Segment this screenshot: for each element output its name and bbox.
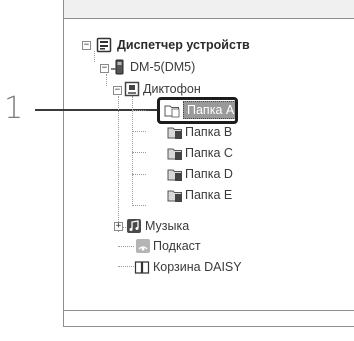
- tree-item-folder-e[interactable]: Папка E: [185, 187, 232, 203]
- book-icon: [134, 261, 150, 274]
- tree-item-folder-b[interactable]: Папка B: [185, 124, 232, 140]
- tree-connector: [132, 96, 133, 206]
- tree-connector: [132, 110, 146, 111]
- collapse-toggle[interactable]: −: [113, 86, 122, 95]
- tree-connector: [132, 131, 146, 132]
- podcast-icon: [136, 239, 150, 253]
- folder-b-icon: [167, 127, 182, 139]
- tree-connector: [132, 205, 146, 206]
- device-tree: − Диспетчер устройств − DM-5(DM5) − Дикт…: [0, 0, 354, 341]
- tree-connector: [118, 246, 134, 247]
- tree-connector: [132, 174, 146, 175]
- expand-toggle[interactable]: +: [114, 222, 123, 231]
- tree-item-device-manager[interactable]: Диспетчер устройств: [117, 37, 250, 53]
- tree-item-recorder[interactable]: Диктофон: [143, 81, 201, 97]
- tree-item-folder-c[interactable]: Папка C: [185, 145, 233, 161]
- tree-item-music[interactable]: Музыка: [145, 218, 189, 234]
- recorder-device-icon: [111, 59, 124, 75]
- tree-item-daisy-basket[interactable]: Корзина DAISY: [153, 259, 242, 275]
- music-icon: [127, 219, 141, 233]
- folder-c-icon: [167, 148, 182, 160]
- voice-recorder-icon: [124, 81, 140, 97]
- tree-connector: [106, 74, 107, 86]
- collapse-toggle[interactable]: −: [100, 64, 109, 73]
- collapse-toggle[interactable]: −: [82, 41, 91, 50]
- device-manager-icon: [96, 37, 112, 53]
- tree-item-folder-d[interactable]: Папка D: [185, 166, 233, 182]
- tree-item-device[interactable]: DM-5(DM5): [130, 59, 195, 75]
- tree-connector: [118, 96, 119, 232]
- folder-d-icon: [167, 169, 182, 181]
- tree-connector: [118, 266, 134, 267]
- tree-connector: [132, 152, 146, 153]
- tree-connector: [94, 51, 95, 62]
- callout-highlight-box: [157, 97, 238, 124]
- folder-e-icon: [167, 190, 182, 202]
- tree-item-podcast[interactable]: Подкаст: [153, 238, 201, 254]
